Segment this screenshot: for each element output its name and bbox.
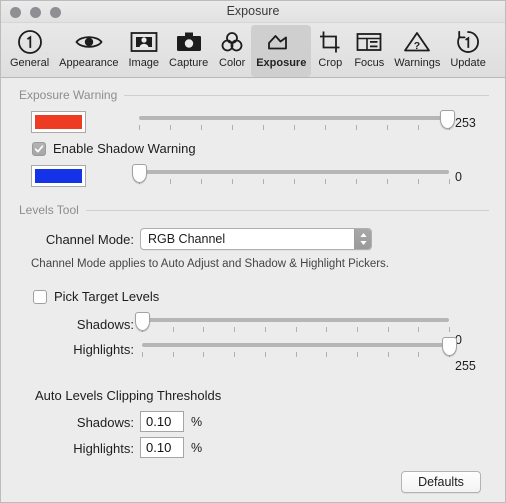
auto-highlights-label: Highlights:	[73, 441, 134, 456]
slider-track	[139, 116, 449, 120]
exposure-warning-section-header: Exposure Warning	[19, 88, 489, 102]
toolbar-item-color[interactable]: Color	[213, 25, 251, 71]
enable-shadow-warning-label: Enable Shadow Warning	[53, 141, 196, 156]
slider-track	[142, 318, 449, 322]
auto-levels-group-title: Auto Levels Clipping Thresholds	[35, 388, 222, 403]
section-title: Exposure Warning	[19, 88, 118, 102]
auto-highlights-input[interactable]: 0.10	[140, 437, 184, 458]
channel-mode-value: RGB Channel	[148, 232, 226, 246]
auto-shadows-label: Shadows:	[76, 415, 134, 430]
levels-shadows-slider[interactable]	[135, 312, 450, 336]
toolbar-item-crop[interactable]: Crop	[311, 25, 349, 71]
swatch-fill	[35, 169, 82, 183]
circled-one-icon	[17, 28, 43, 56]
channel-mode-label: Channel Mode:	[45, 232, 134, 247]
preferences-toolbar: General Appearance Image Capture Color E…	[1, 23, 505, 78]
highlight-warning-value: 253	[455, 116, 476, 130]
swatch-fill	[35, 115, 82, 129]
defaults-button[interactable]: Defaults	[401, 471, 481, 493]
auto-highlights-unit: %	[191, 441, 203, 455]
levels-shadows-label: Shadows:	[76, 317, 134, 332]
toolbar-label: Update	[450, 57, 486, 69]
pick-target-levels-label: Pick Target Levels	[54, 289, 160, 304]
toolbar-label: Focus	[354, 57, 385, 69]
crop-icon	[317, 28, 343, 56]
shadow-warning-slider[interactable]	[132, 164, 450, 188]
shadow-warning-value: 0	[455, 170, 462, 184]
eye-icon	[74, 28, 104, 56]
slider-ticks	[142, 352, 450, 358]
enable-shadow-warning-checkbox[interactable]	[32, 141, 46, 156]
toolbar-label: Crop	[318, 57, 343, 69]
focus-grid-icon	[355, 28, 383, 56]
highlight-warning-slider[interactable]	[139, 110, 455, 134]
enable-shadow-warning-checkbox-row[interactable]: Enable Shadow Warning	[32, 141, 196, 156]
slider-thumb[interactable]	[132, 164, 147, 183]
warning-triangle-icon: ?	[403, 28, 431, 56]
auto-shadows-input[interactable]: 0.10	[140, 411, 184, 432]
levels-highlights-value: 255	[455, 359, 476, 373]
exposure-icon	[266, 28, 296, 56]
levels-tool-section-header: Levels Tool	[19, 203, 489, 217]
pick-target-levels-checkbox[interactable]	[33, 289, 47, 304]
slider-thumb[interactable]	[135, 312, 150, 331]
toolbar-item-appearance[interactable]: Appearance	[54, 25, 123, 71]
slider-thumb[interactable]	[439, 110, 455, 129]
preferences-window: Exposure General Appearance Image Captur…	[0, 0, 506, 503]
slider-track	[139, 170, 449, 174]
pick-target-levels-checkbox-row[interactable]: Pick Target Levels	[33, 289, 159, 304]
checkmark-icon	[34, 144, 44, 152]
channel-mode-note: Channel Mode applies to Auto Adjust and …	[31, 258, 389, 270]
camera-icon	[175, 28, 203, 56]
section-divider	[124, 94, 489, 96]
toolbar-label: Exposure	[256, 57, 307, 69]
toolbar-label: General	[10, 57, 50, 69]
toolbar-item-exposure[interactable]: Exposure	[251, 25, 312, 77]
highlight-warning-color-swatch[interactable]	[31, 111, 86, 133]
levels-highlights-slider[interactable]	[142, 337, 457, 361]
title-bar: Exposure	[1, 1, 505, 23]
stepper-chevrons-icon[interactable]	[354, 229, 371, 249]
toolbar-label: Appearance	[59, 57, 119, 69]
auto-shadows-unit: %	[191, 415, 203, 429]
toolbar-label: Color	[219, 57, 246, 69]
exposure-pane: Exposure Warning 253 Enable Shadow Warni…	[1, 78, 505, 502]
toolbar-item-general[interactable]: General	[5, 25, 54, 71]
slider-track	[142, 343, 449, 347]
slider-ticks	[139, 125, 450, 131]
channel-mode-select[interactable]: RGB Channel	[140, 228, 372, 250]
slider-ticks	[139, 179, 450, 185]
shadow-warning-color-swatch[interactable]	[31, 165, 86, 187]
portrait-icon	[130, 28, 158, 56]
toolbar-item-update[interactable]: Update	[445, 25, 490, 71]
update-circled-one-icon	[455, 28, 481, 56]
toolbar-label: Capture	[169, 57, 209, 69]
toolbar-label: Image	[128, 57, 160, 69]
toolbar-item-focus[interactable]: Focus	[349, 25, 389, 71]
section-title: Levels Tool	[19, 203, 79, 217]
slider-ticks	[142, 327, 450, 333]
toolbar-item-warnings[interactable]: ? Warnings	[389, 25, 445, 71]
toolbar-item-capture[interactable]: Capture	[164, 25, 213, 71]
toolbar-label: Warnings	[394, 57, 441, 69]
svg-text:?: ?	[414, 40, 420, 52]
slider-thumb[interactable]	[442, 337, 457, 356]
window-title: Exposure	[226, 4, 280, 18]
levels-highlights-label: Highlights:	[73, 342, 134, 357]
toolbar-item-image[interactable]: Image	[123, 25, 164, 71]
section-divider	[85, 209, 489, 211]
color-circles-icon	[218, 28, 246, 56]
